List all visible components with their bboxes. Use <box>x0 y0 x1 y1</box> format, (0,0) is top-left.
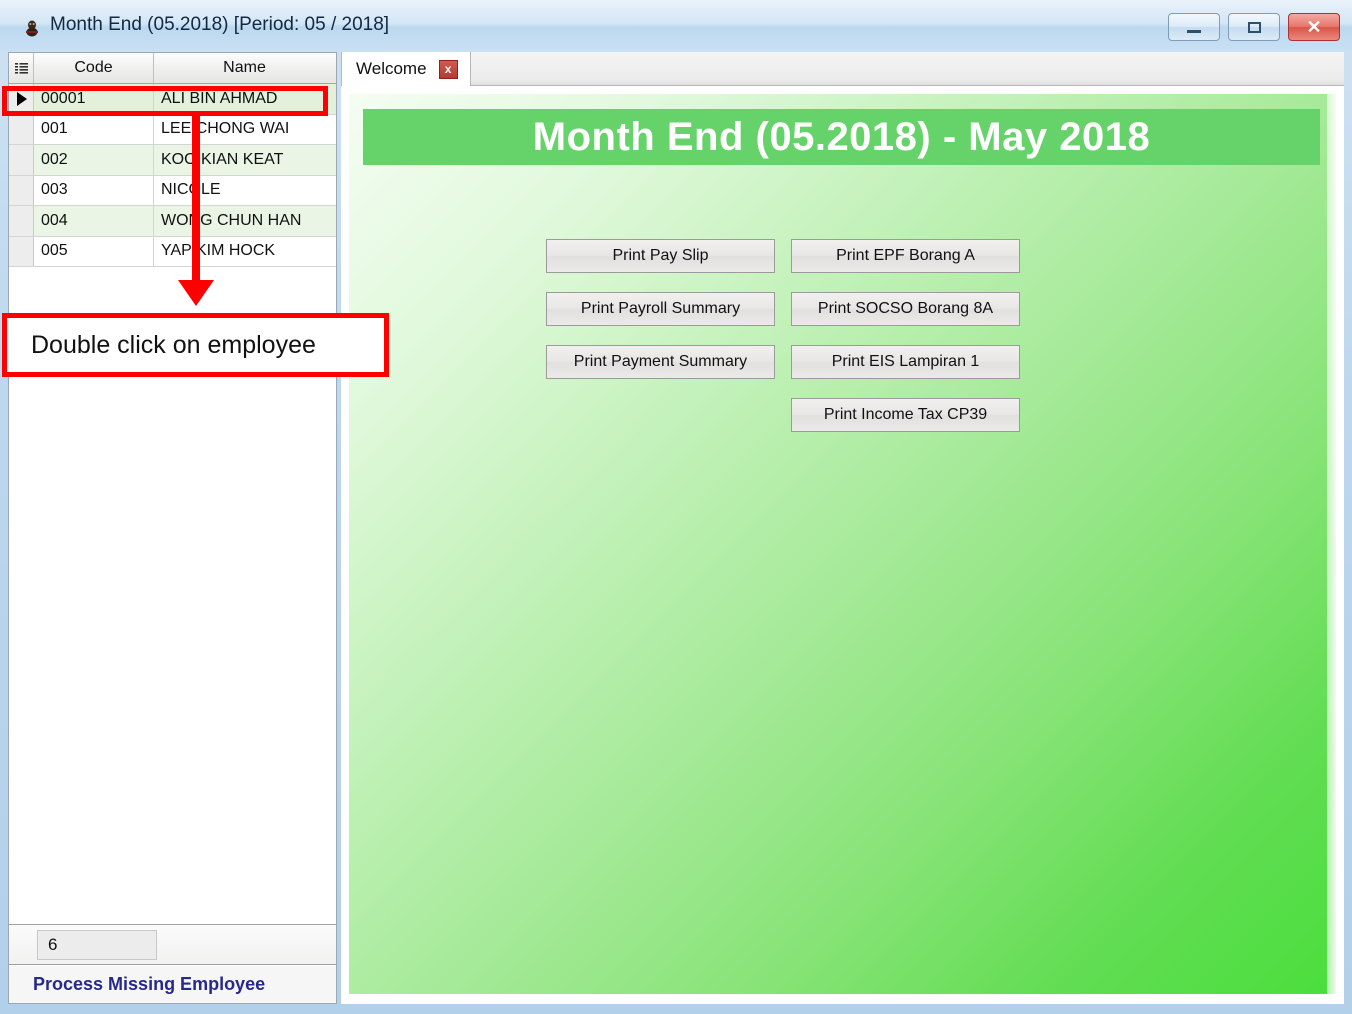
banner-title: Month End (05.2018) - May 2018 <box>532 114 1151 159</box>
cell-code: 003 <box>34 175 154 205</box>
annotation-callout-box: Double click on employee <box>2 313 389 377</box>
cell-code: 001 <box>34 114 154 144</box>
close-button[interactable]: ✕ <box>1288 13 1340 41</box>
tab-strip: Welcome x <box>341 52 1344 86</box>
grid-header-row: Code Name <box>9 53 336 84</box>
print-epf-borang-a-button[interactable]: Print EPF Borang A <box>791 239 1020 273</box>
grid-menu-icon[interactable] <box>9 53 34 83</box>
cell-code: 005 <box>34 236 154 266</box>
print-payroll-summary-button[interactable]: Print Payroll Summary <box>546 292 775 326</box>
table-row[interactable]: 002 KOO KIAN KEAT <box>9 145 336 176</box>
row-selector <box>9 236 34 266</box>
tab-welcome[interactable]: Welcome x <box>341 52 471 86</box>
table-row[interactable]: 004 WONG CHUN HAN <box>9 206 336 237</box>
table-row[interactable]: 00001 ALI BIN AHMAD <box>9 84 336 115</box>
window-title: Month End (05.2018) [Period: 05 / 2018] <box>50 14 390 35</box>
row-selector <box>9 84 34 114</box>
row-selector <box>9 206 34 236</box>
print-payment-summary-button[interactable]: Print Payment Summary <box>546 345 775 379</box>
cell-name: NICOLE <box>161 181 221 199</box>
process-missing-employee-link[interactable]: Process Missing Employee <box>33 974 265 995</box>
row-selector <box>9 175 34 205</box>
month-end-banner: Month End (05.2018) - May 2018 <box>363 109 1320 165</box>
minimize-icon <box>1169 14 1219 40</box>
cell-name: LEE CHONG WAI <box>161 120 290 138</box>
maximize-icon <box>1229 14 1279 40</box>
cell-code: 002 <box>34 145 154 175</box>
application-window: Month End (05.2018) [Period: 05 / 2018] … <box>0 0 1352 1014</box>
row-selector <box>9 145 34 175</box>
cell-code: 004 <box>34 206 154 236</box>
panel-right-gutter <box>1327 94 1336 994</box>
print-eis-lampiran-1-button[interactable]: Print EIS Lampiran 1 <box>791 345 1020 379</box>
column-header-name[interactable]: Name <box>154 53 335 83</box>
annotation-text: Double click on employee <box>31 330 316 359</box>
title-bar: Month End (05.2018) [Period: 05 / 2018] … <box>0 0 1352 52</box>
application-icon <box>26 20 38 37</box>
column-header-code[interactable]: Code <box>34 53 154 83</box>
table-row[interactable]: 005 YAP KIM HOCK <box>9 236 336 267</box>
employee-list-panel: Code Name 00001 ALI BIN AHMAD 001 LEE CH… <box>8 52 337 1004</box>
cell-name: ALI BIN AHMAD <box>161 89 278 107</box>
welcome-gradient-background: Month End (05.2018) - May 2018 Print Pay… <box>349 94 1336 994</box>
current-row-arrow-icon <box>17 91 27 106</box>
close-icon: ✕ <box>1306 16 1322 37</box>
maximize-button[interactable] <box>1228 13 1280 41</box>
welcome-panel: Month End (05.2018) - May 2018 Print Pay… <box>341 86 1344 1004</box>
cell-name: WONG CHUN HAN <box>161 211 302 229</box>
cell-name: KOO KIAN KEAT <box>161 150 284 168</box>
table-row[interactable]: 001 LEE CHONG WAI <box>9 114 336 145</box>
grid-footer: 6 <box>9 924 336 965</box>
employee-grid-body: 00001 ALI BIN AHMAD 001 LEE CHONG WAI 00… <box>9 84 336 924</box>
process-link-bar: Process Missing Employee <box>9 966 336 1003</box>
cell-name: YAP KIM HOCK <box>161 242 276 260</box>
print-socso-borang-8a-button[interactable]: Print SOCSO Borang 8A <box>791 292 1020 326</box>
table-row[interactable]: 003 NICOLE <box>9 175 336 206</box>
tab-welcome-label: Welcome <box>356 59 427 78</box>
cell-code: 00001 <box>34 84 154 114</box>
record-count-field[interactable]: 6 <box>37 930 157 960</box>
print-income-tax-cp39-button[interactable]: Print Income Tax CP39 <box>791 398 1020 432</box>
minimize-button[interactable] <box>1168 13 1220 41</box>
print-pay-slip-button[interactable]: Print Pay Slip <box>546 239 775 273</box>
row-selector <box>9 114 34 144</box>
tab-close-icon[interactable]: x <box>438 59 458 79</box>
